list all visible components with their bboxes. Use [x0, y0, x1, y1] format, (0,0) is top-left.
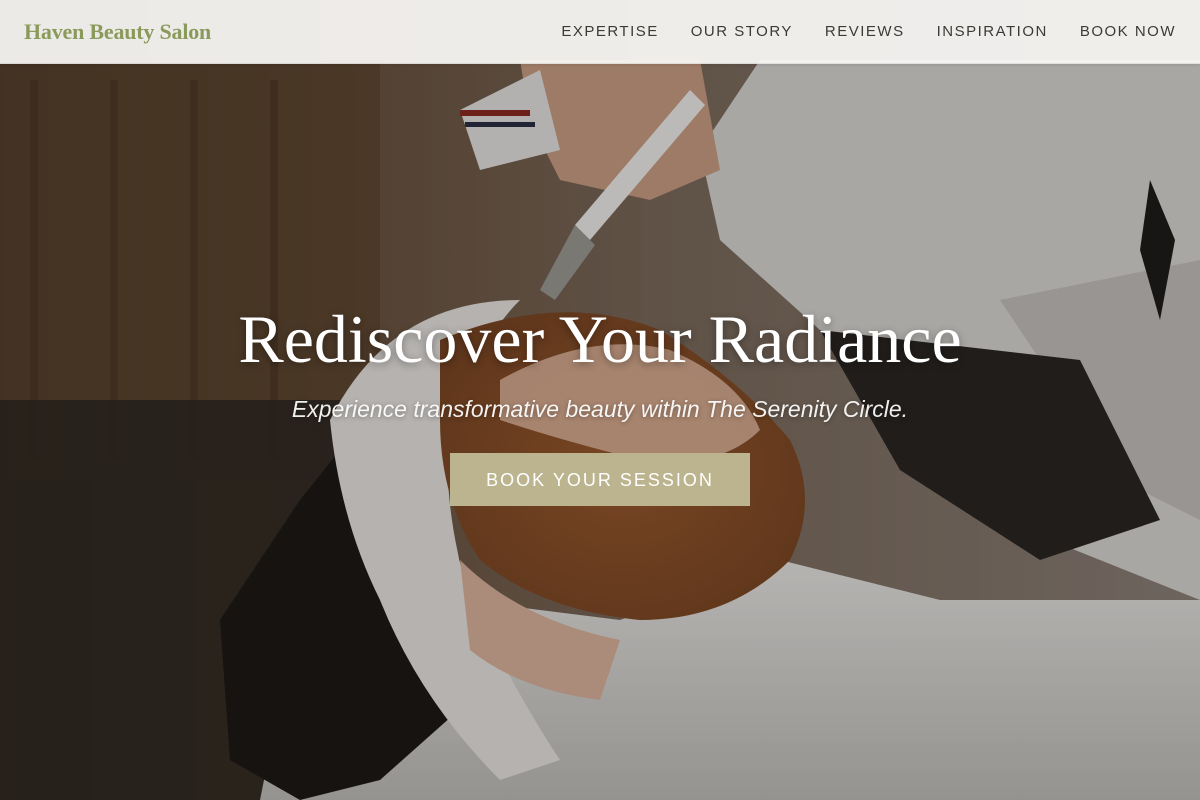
nav-links: EXPERTISE OUR STORY REVIEWS INSPIRATION … — [561, 23, 1176, 40]
hero-section: Rediscover Your Radiance Experience tran… — [0, 300, 1200, 506]
top-navbar: Haven Beauty Salon EXPERTISE OUR STORY R… — [0, 0, 1200, 64]
book-session-button[interactable]: BOOK YOUR SESSION — [450, 453, 750, 506]
nav-link-our-story[interactable]: OUR STORY — [691, 23, 793, 40]
page: Haven Beauty Salon EXPERTISE OUR STORY R… — [0, 0, 1200, 800]
nav-link-book-now[interactable]: BOOK NOW — [1080, 23, 1176, 40]
nav-link-expertise[interactable]: EXPERTISE — [561, 23, 658, 40]
nav-link-reviews[interactable]: REVIEWS — [825, 23, 905, 40]
nav-link-inspiration[interactable]: INSPIRATION — [937, 23, 1048, 40]
brand-logo[interactable]: Haven Beauty Salon — [24, 19, 211, 45]
hero-subtitle: Experience transformative beauty within … — [291, 396, 909, 422]
hero-title: Rediscover Your Radiance — [238, 301, 962, 377]
